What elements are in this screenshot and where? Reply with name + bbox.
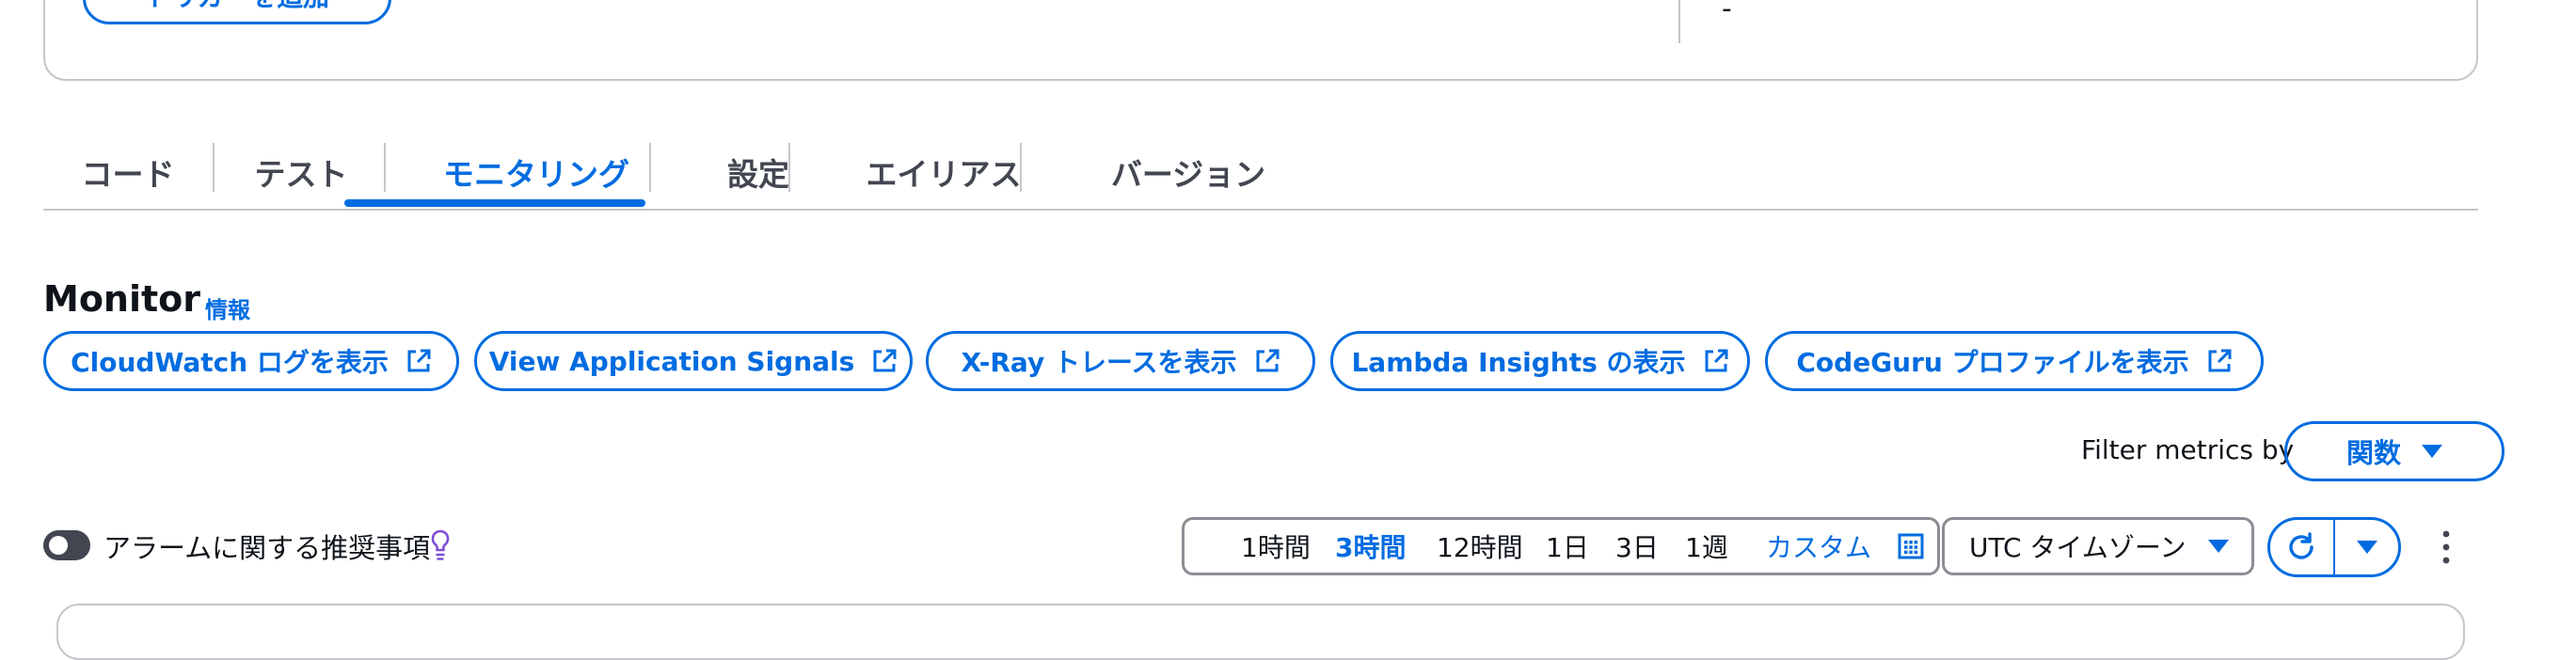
metrics-panel: [56, 604, 2465, 660]
external-link-icon: [873, 349, 897, 372]
timezone-value: UTC タイムゾーン: [1969, 532, 2186, 563]
range-custom[interactable]: カスタム: [1766, 520, 1871, 573]
range-3h[interactable]: 3時間: [1335, 520, 1406, 573]
filter-metrics-dropdown[interactable]: 関数: [2284, 421, 2504, 481]
toggle-knob: [49, 536, 68, 555]
function-overview-panel: [43, 0, 2478, 81]
range-1d[interactable]: 1日: [1546, 520, 1589, 573]
view-lambda-insights-button[interactable]: Lambda Insights の表示: [1330, 331, 1750, 391]
alarm-recommendations-toggle[interactable]: [43, 530, 90, 560]
view-application-signals-button[interactable]: View Application Signals: [474, 331, 913, 391]
external-link-icon: [1256, 349, 1280, 372]
tab-test[interactable]: テスト: [218, 135, 384, 209]
alarm-recommendations-label: アラームに関する推奨事項: [103, 532, 431, 564]
time-range-selector: 1時間 3時間 12時間 1日 3日 1週 カスタム: [1182, 517, 1940, 575]
calendar-icon[interactable]: [1898, 533, 1924, 559]
caret-down-icon: [2422, 445, 2442, 458]
caret-down-icon: [2356, 541, 2377, 554]
panel-divider: [1678, 0, 1680, 43]
button-label: View Application Signals: [488, 345, 855, 377]
timezone-select[interactable]: UTC タイムゾーン: [1942, 517, 2254, 575]
tab-settings[interactable]: 設定: [691, 135, 826, 209]
tab-separator: [213, 143, 215, 192]
caret-down-icon: [2208, 540, 2229, 553]
button-label: Lambda Insights の表示: [1351, 347, 1686, 378]
tab-separator: [384, 143, 386, 192]
button-label: X-Ray トレースを表示: [961, 347, 1237, 378]
button-label: CodeGuru プロファイルを表示: [1796, 347, 2189, 378]
add-trigger-button[interactable]: トリガーを追加: [83, 0, 391, 24]
refresh-icon: [2289, 532, 2314, 559]
tab-separator: [788, 143, 790, 192]
view-xray-traces-button[interactable]: X-Ray トレースを表示: [926, 331, 1315, 391]
external-link-icon: [407, 349, 431, 372]
tab-separator: [649, 143, 651, 192]
active-tab-indicator: [344, 199, 645, 207]
external-link-icon: [2208, 349, 2232, 372]
external-link-icon: [1705, 349, 1728, 372]
view-cloudwatch-logs-button[interactable]: CloudWatch ログを表示: [43, 331, 459, 391]
range-12h[interactable]: 12時間: [1437, 520, 1523, 573]
tab-monitoring[interactable]: モニタリング: [390, 135, 683, 209]
refresh-split-button: [2267, 517, 2401, 577]
section-title: Monitor: [43, 278, 201, 320]
range-3d[interactable]: 3日: [1615, 520, 1659, 573]
filter-selected-value: 関数: [2345, 437, 2401, 469]
info-link[interactable]: 情報: [205, 291, 250, 324]
tab-versions[interactable]: バージョン: [1061, 135, 1315, 209]
lightbulb-icon: [431, 529, 450, 560]
button-label: CloudWatch ログを表示: [71, 347, 389, 378]
refresh-button[interactable]: [2270, 520, 2333, 574]
more-options-icon[interactable]: [2441, 528, 2452, 566]
range-1w[interactable]: 1週: [1685, 520, 1728, 573]
tab-code[interactable]: コード: [43, 135, 213, 209]
refresh-options-dropdown[interactable]: [2335, 520, 2398, 574]
view-codeguru-profile-button[interactable]: CodeGuru プロファイルを表示: [1765, 331, 2264, 391]
range-1h[interactable]: 1時間: [1241, 520, 1311, 573]
filter-metrics-label: Filter metrics by: [2081, 434, 2295, 465]
tab-separator: [1020, 143, 1022, 192]
panel-empty-value: -: [1722, 0, 1732, 25]
